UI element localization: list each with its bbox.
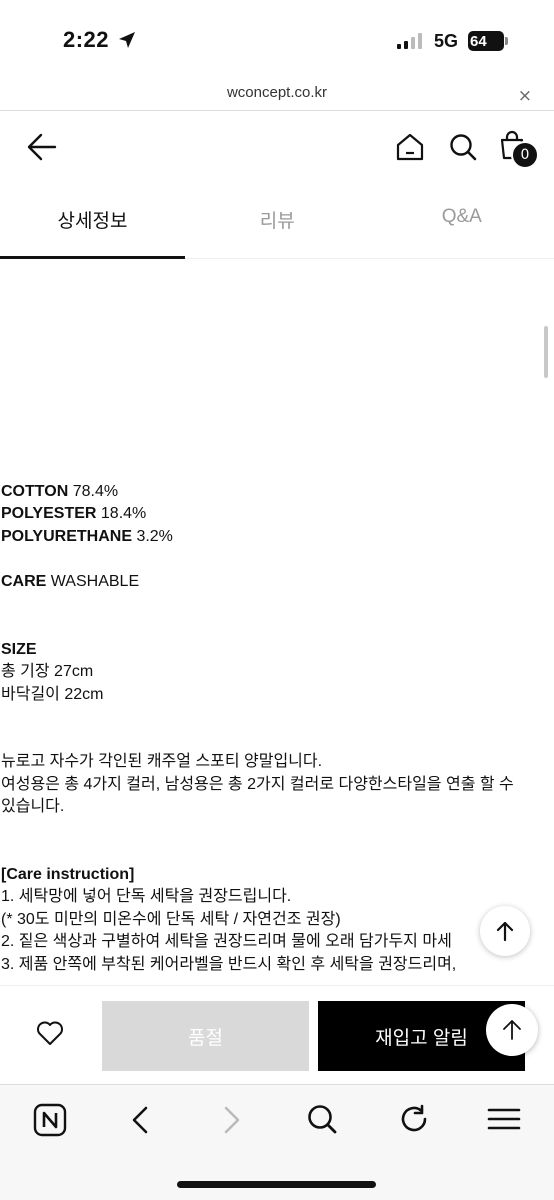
refresh-icon[interactable] (398, 1103, 430, 1135)
care-instruction-line: 1. 세탁망에 넣어 단독 세탁을 권장드립니다. (1, 888, 292, 905)
status-bar: 2:22 5G 64 (0, 0, 554, 78)
close-icon[interactable]: × (518, 86, 532, 106)
signal-icon (397, 33, 422, 49)
purchase-bar: 품절 재입고 알림 (0, 985, 554, 1083)
cart-badge: 0 (511, 141, 539, 169)
tab-review[interactable]: 리뷰 (185, 187, 370, 258)
tab-qna[interactable]: Q&A (370, 187, 554, 258)
location-arrow-icon (119, 32, 135, 48)
product-detail-content[interactable]: COTTON 78.4% POLYESTER 18.4% POLYURETHAN… (0, 260, 554, 985)
size-heading: SIZE (1, 641, 37, 658)
url-text[interactable]: wconcept.co.kr (0, 84, 554, 101)
composition-line: POLYESTER 18.4% (1, 505, 147, 522)
cart-count: 0 (520, 147, 530, 163)
battery-icon: 64 (468, 31, 504, 51)
page-header: 0 (0, 112, 554, 187)
back-arrow-icon[interactable] (27, 133, 57, 161)
composition-line: COTTON 78.4% (1, 483, 119, 500)
search-icon[interactable] (306, 1103, 338, 1135)
clock: 2:22 (63, 27, 110, 52)
arrow-up-icon (496, 921, 514, 942)
home-indicator (177, 1181, 376, 1188)
back-icon[interactable] (130, 1105, 150, 1135)
description-line: 여성용은 총 4가지 컬러, 남성용은 총 2가지 컬러로 다양한스타일을 연출… (1, 776, 514, 793)
scroll-top-button[interactable] (480, 906, 530, 956)
composition-line: POLYURETHANE 3.2% (1, 528, 173, 545)
arrow-up-icon (503, 1020, 521, 1040)
tab-bar: 상세정보 리뷰 Q&A (0, 187, 554, 259)
care-instruction-line: 2. 짙은 색상과 구별하여 세탁을 권장드리며 물에 오래 담가두지 마세 (1, 933, 452, 950)
network-type: 5G (434, 31, 459, 51)
battery-nub (505, 37, 508, 45)
care-line: CARE WASHABLE (1, 573, 140, 590)
size-line: 총 기장 27cm (1, 663, 94, 680)
search-icon[interactable] (448, 132, 478, 162)
forward-icon (224, 1106, 240, 1134)
heart-icon[interactable] (36, 1020, 64, 1046)
menu-icon[interactable] (487, 1107, 521, 1131)
url-bar[interactable]: wconcept.co.kr × (0, 78, 554, 111)
soldout-button[interactable]: 품절 (102, 1001, 309, 1071)
naver-icon[interactable] (33, 1103, 67, 1137)
care-instruction-title: [Care instruction] (1, 866, 135, 883)
description-line: 있습니다. (1, 798, 65, 815)
care-instruction-line: (* 30도 미만의 미온수에 단독 세탁 / 자연건조 권장) (1, 911, 341, 928)
scroll-top-button[interactable] (486, 1004, 538, 1056)
care-instruction-line: 3. 제품 안쪽에 부착된 케어라벨을 반드시 확인 후 세탁을 권장드리며, (1, 956, 457, 973)
description-line: 뉴로고 자수가 각인된 캐주얼 스포티 양말입니다. (1, 753, 323, 770)
size-line: 바닥길이 22cm (1, 686, 104, 703)
tab-detail[interactable]: 상세정보 (0, 187, 185, 259)
home-icon[interactable] (395, 132, 425, 162)
scroll-indicator (544, 326, 548, 378)
